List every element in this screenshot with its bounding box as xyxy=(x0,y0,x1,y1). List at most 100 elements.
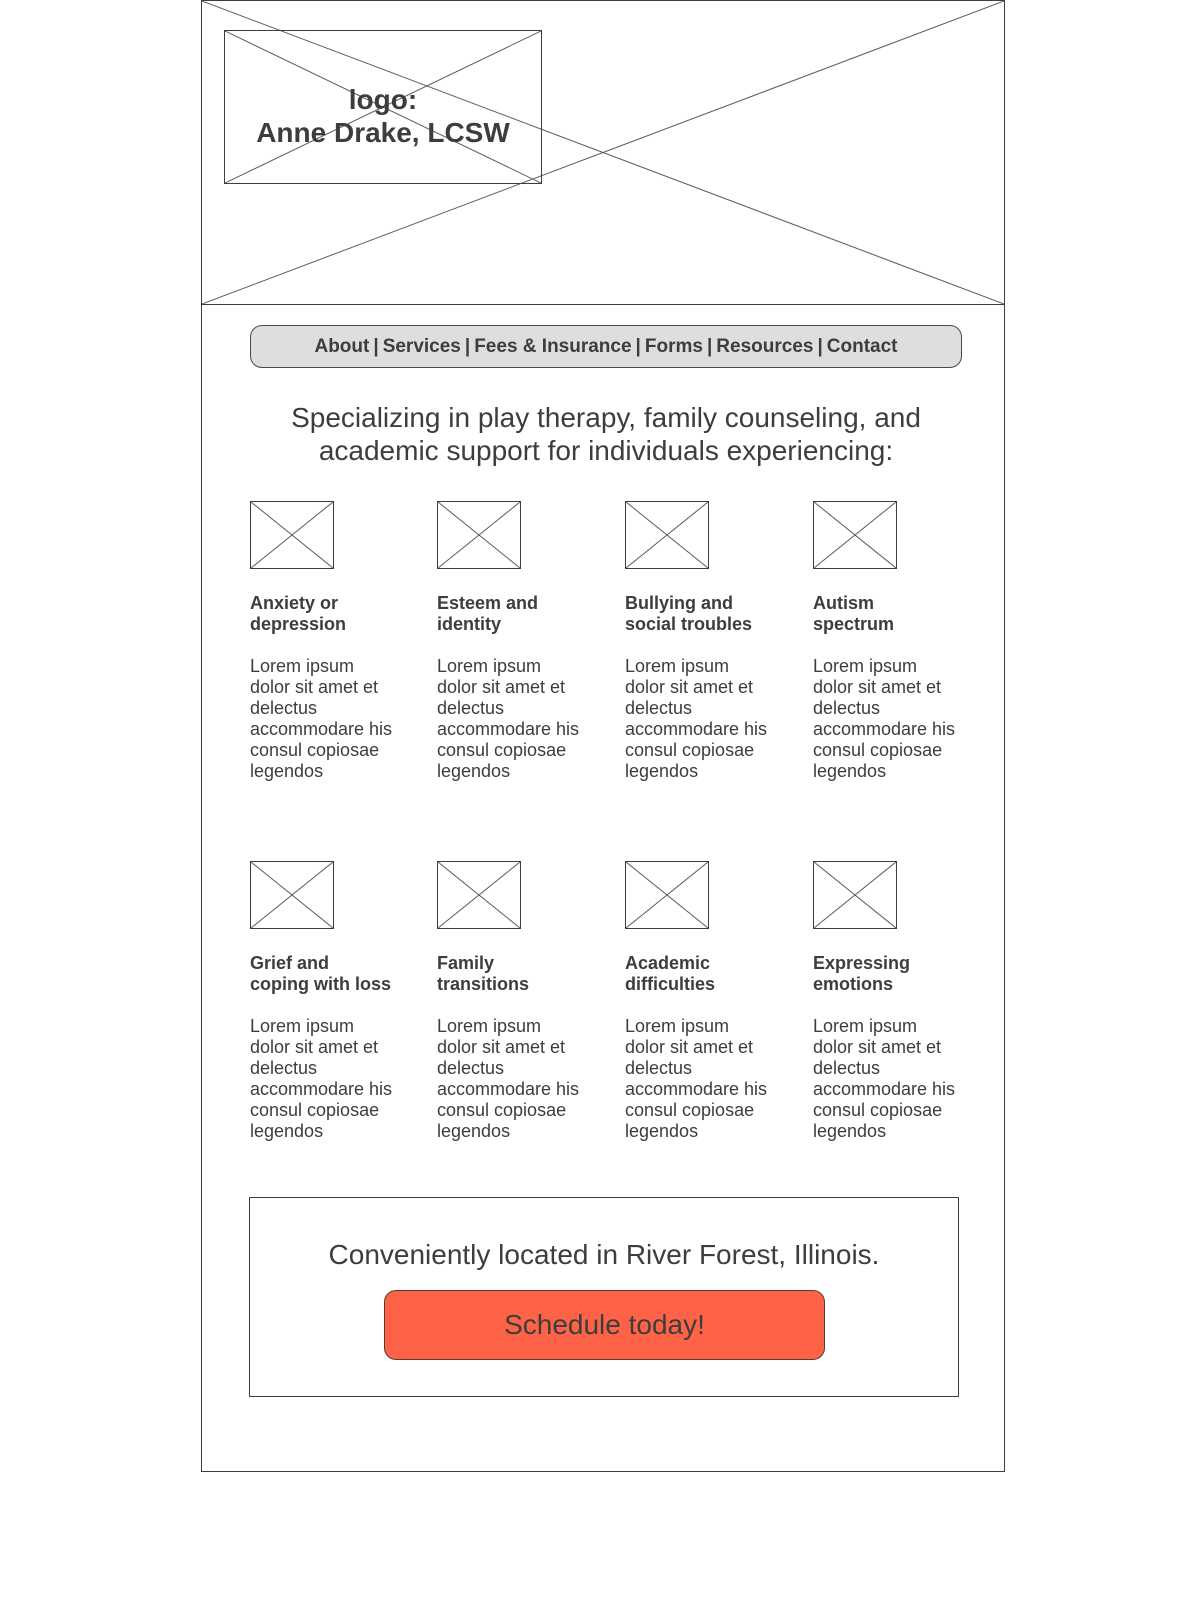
service-card-academic: Academic difficulties Lorem ipsum dolor … xyxy=(625,861,775,1142)
service-title-line: Family xyxy=(437,953,495,973)
nav-link-resources[interactable]: Resources xyxy=(716,336,813,357)
description-line: legendos xyxy=(437,761,511,781)
description-line: consul copiosae xyxy=(625,1100,755,1120)
description-line: dolor sit amet et xyxy=(250,677,379,697)
headline-line: Specializing in play therapy, family cou… xyxy=(291,402,921,433)
description-line: dolor sit amet et xyxy=(813,677,942,697)
main-nav: About | Services | Fees & Insurance | Forms | Re… xyxy=(250,325,962,368)
description-line: delectus xyxy=(625,698,693,718)
service-title-line: Esteem and xyxy=(437,593,539,613)
service-description: Lorem ipsum dolor sit amet et delectus a… xyxy=(625,1016,775,1142)
service-description: Lorem ipsum dolor sit amet et delectus a… xyxy=(437,656,587,782)
description-line: dolor sit amet et xyxy=(625,1037,754,1057)
description-line: consul copiosae xyxy=(437,1100,567,1120)
description-line: delectus xyxy=(813,1058,881,1078)
description-line: accommodare his xyxy=(813,719,956,739)
description-line: Lorem ipsum xyxy=(437,1016,542,1036)
nav-link-forms[interactable]: Forms xyxy=(645,336,703,357)
service-title-line: spectrum xyxy=(813,614,895,634)
description-line: legendos xyxy=(625,1121,699,1141)
description-line: delectus xyxy=(437,1058,505,1078)
service-card-autism: Autism spectrum Lorem ipsum dolor sit am… xyxy=(813,501,963,782)
description-line: accommodare his xyxy=(437,719,580,739)
service-title: Anxiety or depression xyxy=(250,593,400,635)
description-line: consul copiosae xyxy=(250,740,380,760)
description-line: Lorem ipsum xyxy=(625,656,730,676)
nav-link-contact[interactable]: Contact xyxy=(827,336,898,357)
service-title-line: coping with loss xyxy=(250,974,392,994)
service-card-emotions: Expressing emotions Lorem ipsum dolor si… xyxy=(813,861,963,1142)
description-line: delectus xyxy=(813,698,881,718)
description-line: accommodare his xyxy=(625,1079,768,1099)
description-line: legendos xyxy=(813,1121,887,1141)
description-line: Lorem ipsum xyxy=(250,656,355,676)
description-line: consul copiosae xyxy=(625,740,755,760)
description-line: Lorem ipsum xyxy=(813,656,918,676)
description-line: accommodare his xyxy=(813,1079,956,1099)
description-line: dolor sit amet et xyxy=(625,677,754,697)
image-placeholder-icon xyxy=(438,862,520,928)
service-title: Family transitions xyxy=(437,953,587,995)
service-title-line: difficulties xyxy=(625,974,716,994)
service-image-placeholder xyxy=(813,861,897,929)
service-title-line: emotions xyxy=(813,974,894,994)
description-line: delectus xyxy=(250,698,318,718)
page-headline: Specializing in play therapy, family cou… xyxy=(250,401,962,467)
service-title-line: Autism xyxy=(813,593,875,613)
image-placeholder-icon xyxy=(814,862,896,928)
service-title: Esteem and identity xyxy=(437,593,587,635)
service-card-bullying: Bullying and social troubles Lorem ipsum… xyxy=(625,501,775,782)
logo[interactable]: logo: Anne Drake, LCSW xyxy=(224,30,542,184)
nav-link-fees-insurance[interactable]: Fees & Insurance xyxy=(474,336,631,357)
headline-line: academic support for individuals experie… xyxy=(318,435,894,466)
service-image-placeholder xyxy=(625,501,709,569)
service-card-family: Family transitions Lorem ipsum dolor sit… xyxy=(437,861,587,1142)
service-title-line: Anxiety or xyxy=(250,593,339,613)
service-title-line: Academic xyxy=(625,953,711,973)
image-placeholder-icon xyxy=(251,502,333,568)
service-description: Lorem ipsum dolor sit amet et delectus a… xyxy=(813,1016,963,1142)
service-title-line: Grief and xyxy=(250,953,330,973)
image-placeholder-icon xyxy=(626,862,708,928)
logo-name: Anne Drake, LCSW xyxy=(256,117,510,148)
description-line: delectus xyxy=(625,1058,693,1078)
nav-link-about[interactable]: About xyxy=(314,336,369,357)
image-placeholder-icon xyxy=(438,502,520,568)
description-line: legendos xyxy=(250,1121,324,1141)
schedule-button[interactable]: Schedule today! xyxy=(384,1290,825,1360)
description-line: dolor sit amet et xyxy=(250,1037,379,1057)
service-card-esteem: Esteem and identity Lorem ipsum dolor si… xyxy=(437,501,587,782)
nav-separator: | xyxy=(706,336,713,357)
description-line: Lorem ipsum xyxy=(625,1016,730,1036)
description-line: accommodare his xyxy=(250,1079,393,1099)
description-line: consul copiosae xyxy=(813,740,943,760)
image-placeholder-icon xyxy=(814,502,896,568)
description-line: dolor sit amet et xyxy=(813,1037,942,1057)
nav-separator: | xyxy=(635,336,641,357)
service-image-placeholder xyxy=(437,861,521,929)
nav-link-services[interactable]: Services xyxy=(383,336,461,357)
service-image-placeholder xyxy=(813,501,897,569)
service-description: Lorem ipsum dolor sit amet et delectus a… xyxy=(250,1016,400,1142)
nav-separator: | xyxy=(817,336,823,357)
description-line: Lorem ipsum xyxy=(813,1016,918,1036)
image-placeholder-icon xyxy=(626,502,708,568)
cta-section: Conveniently located in River Forest, Il… xyxy=(249,1197,959,1397)
service-title: Grief and coping with loss xyxy=(250,953,400,995)
image-placeholder-icon xyxy=(251,862,333,928)
service-title: Autism spectrum xyxy=(813,593,963,635)
description-line: dolor sit amet et xyxy=(437,1037,566,1057)
description-line: legendos xyxy=(813,761,887,781)
description-line: Lorem ipsum xyxy=(250,1016,355,1036)
description-line: accommodare his xyxy=(625,719,768,739)
service-title-line: transitions xyxy=(437,974,530,994)
description-line: legendos xyxy=(625,761,699,781)
service-title-line: identity xyxy=(437,614,502,634)
description-line: dolor sit amet et xyxy=(437,677,566,697)
description-line: legendos xyxy=(250,761,324,781)
service-title: Expressing emotions xyxy=(813,953,963,995)
description-line: consul copiosae xyxy=(250,1100,380,1120)
service-card-grief: Grief and coping with loss Lorem ipsum d… xyxy=(250,861,400,1142)
description-line: delectus xyxy=(250,1058,318,1078)
service-title-line: depression xyxy=(250,614,347,634)
